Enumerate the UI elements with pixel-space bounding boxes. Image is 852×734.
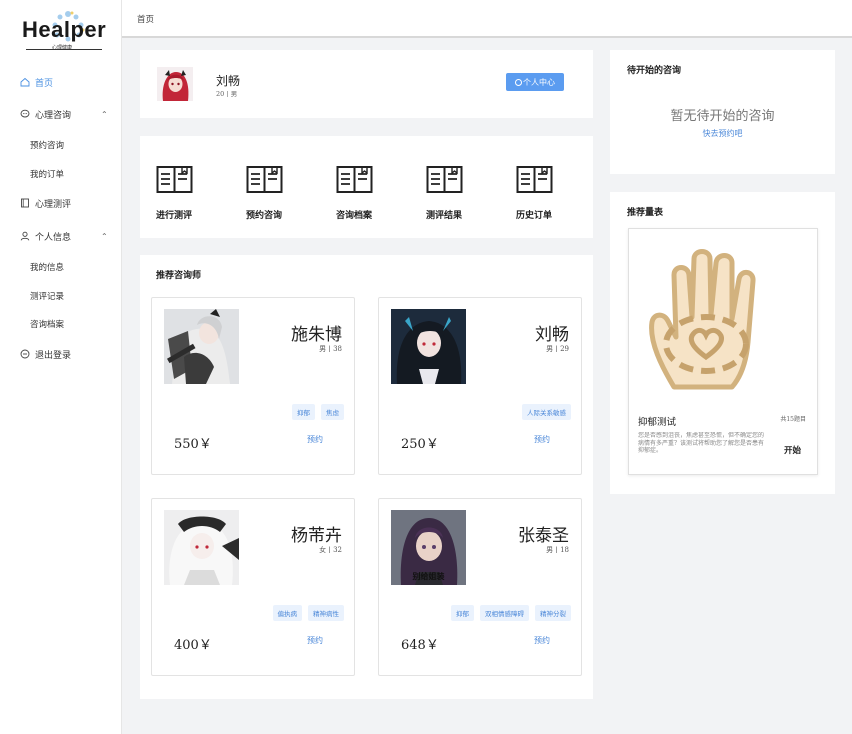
counselor-tags: 偏执病 精神病性 — [272, 605, 344, 621]
counselor-price: 250￥ — [401, 437, 439, 452]
counselor-card[interactable]: 施朱博 男丨38 抑郁 焦虑 550￥ 预约 — [151, 297, 355, 475]
book-icon — [516, 166, 553, 193]
counselor-card[interactable]: 杨芾卉 女丨32 偏执病 精神病性 400￥ 预约 — [151, 498, 355, 676]
book-icon — [246, 166, 283, 193]
sidebar-item-logout[interactable]: 退出登录 — [0, 343, 122, 365]
sidebar-label-home: 首页 — [35, 78, 54, 89]
sidebar-subitem-book[interactable]: 预约咨询 — [30, 139, 64, 151]
book-button[interactable]: 预约 — [534, 635, 550, 646]
counselor-tags: 抑郁 双相情感障碍 精神分裂 — [451, 605, 571, 621]
quick-action-label: 预约咨询 — [246, 211, 283, 221]
counselor-tags: 人际关系敏感 — [522, 404, 571, 420]
counselor-price: 648￥ — [401, 638, 439, 653]
avatar-caption: 别给姐装 — [412, 571, 445, 581]
scale-name: 抑郁测试 — [638, 417, 677, 428]
pending-consult-card: 待开始的咨询 暂无待开始的咨询 快去预约吧 — [610, 50, 835, 174]
top-header: 首页 — [122, 0, 852, 38]
personal-center-label: 个人中心 — [523, 77, 555, 87]
counselor-name: 杨芾卉 — [291, 526, 342, 546]
counselor-meta: 女丨32 — [319, 546, 342, 554]
book-button[interactable]: 预约 — [307, 434, 323, 445]
quick-actions-card: 进行测评 预约咨询 咨询档案 测评结果 历史订单 — [140, 136, 593, 238]
sidebar-label-logout: 退出登录 — [35, 350, 72, 361]
sidebar-subitem-records[interactable]: 测评记录 — [30, 290, 64, 302]
avatar[interactable] — [157, 67, 193, 101]
tag: 偏执病 — [272, 605, 302, 621]
recommend-title: 推荐量表 — [627, 208, 664, 218]
brand-name: Healper — [22, 17, 107, 42]
notebook-icon — [20, 198, 30, 208]
counselor-price: 400￥ — [174, 638, 212, 653]
chevron-up-icon: ⌃ — [101, 109, 108, 119]
book-button[interactable]: 预约 — [307, 635, 323, 646]
counselor-meta: 男丨38 — [319, 345, 342, 353]
sidebar: Healper 心理健康 首页 心理咨询 ⌃ 预约咨询 我的订单 心理测评 个人… — [0, 0, 122, 734]
counselor-meta: 男丨29 — [546, 345, 569, 353]
personal-center-button[interactable]: 个人中心 — [506, 73, 564, 91]
quick-action-label: 历史订单 — [516, 211, 553, 221]
counselor-meta: 男丨18 — [546, 546, 569, 554]
counselors-title: 推荐咨询师 — [156, 271, 202, 281]
book-icon — [426, 166, 463, 193]
sidebar-item-consult[interactable]: 心理咨询 ⌃ — [0, 103, 122, 125]
sidebar-label-personal: 个人信息 — [35, 232, 72, 243]
hand-heart-icon — [649, 249, 756, 390]
sidebar-subitem-orders[interactable]: 我的订单 — [30, 168, 64, 180]
counselor-card[interactable]: 刘畅 男丨29 人际关系敏感 250￥ 预约 — [378, 297, 582, 475]
sidebar-subitem-myinfo[interactable]: 我的信息 — [30, 261, 64, 273]
sidebar-item-personal[interactable]: 个人信息 ⌃ — [0, 225, 122, 247]
sidebar-item-home[interactable]: 首页 — [0, 71, 122, 93]
counselor-avatar — [164, 309, 239, 384]
minus-circle-icon — [20, 349, 30, 359]
scale-card[interactable]: 抑郁测试 共15题目 您是否感到沮丧，焦虑甚至恐慌，但不确定您的病情有多严重？该… — [628, 228, 818, 475]
counselors-section: 推荐咨询师 施朱博 男丨38 抑郁 焦虑 550￥ 预约 刘畅 男丨29 人际关… — [140, 255, 593, 699]
quick-action-label: 咨询档案 — [336, 211, 373, 221]
counselor-price: 550￥ — [174, 437, 212, 452]
book-button[interactable]: 预约 — [534, 434, 550, 445]
brand-subtitle: 心理健康 — [52, 45, 73, 51]
counselor-card[interactable]: 别给姐装 张泰圣 男丨18 抑郁 双相情感障碍 精神分裂 648￥ 预约 — [378, 498, 582, 676]
profile-card: 刘畅 20丨男 个人中心 — [140, 50, 593, 118]
tag: 精神病性 — [308, 605, 344, 621]
sidebar-label-consult: 心理咨询 — [35, 110, 72, 121]
chat-icon — [20, 109, 30, 119]
pending-empty-text: 暂无待开始的咨询 — [670, 109, 775, 124]
counselor-name: 施朱博 — [291, 325, 342, 345]
counselor-avatar — [164, 510, 239, 585]
counselor-name: 刘畅 — [535, 325, 569, 345]
profile-name: 刘畅 — [216, 74, 241, 88]
brand-logo[interactable]: Healper 心理健康 — [18, 8, 110, 60]
tag: 精神分裂 — [535, 605, 571, 621]
book-icon — [156, 166, 193, 193]
user-icon — [20, 231, 30, 241]
book-icon — [336, 166, 373, 193]
counselor-name: 张泰圣 — [518, 526, 569, 546]
pending-title: 待开始的咨询 — [627, 66, 682, 76]
home-icon — [20, 77, 30, 87]
tag: 人际关系敏感 — [522, 404, 571, 420]
counselor-avatar — [391, 309, 466, 384]
tag: 抑郁 — [451, 605, 474, 621]
scale-description: 您是否感到沮丧，焦虑甚至恐慌，但不确定您的病情有多严重？该测试将帮助您了解您是否… — [638, 432, 765, 454]
sidebar-subitem-archive[interactable]: 咨询档案 — [30, 318, 64, 330]
book-now-link[interactable]: 快去预约吧 — [610, 128, 835, 139]
breadcrumb[interactable]: 首页 — [137, 13, 154, 25]
quick-action-label: 进行测评 — [156, 211, 193, 221]
sidebar-item-test[interactable]: 心理测评 — [0, 192, 122, 214]
scale-count: 共15题目 — [780, 416, 806, 423]
search-icon — [515, 78, 522, 86]
sidebar-label-test: 心理测评 — [35, 199, 72, 210]
tag: 抑郁 — [292, 404, 315, 420]
profile-meta: 20丨男 — [216, 90, 238, 98]
tag: 双相情感障碍 — [480, 605, 529, 621]
chevron-up-icon: ⌃ — [101, 231, 108, 241]
start-button[interactable]: 开始 — [784, 444, 801, 456]
counselor-tags: 抑郁 焦虑 — [292, 404, 344, 420]
counselor-avatar: 别给姐装 — [391, 510, 466, 585]
quick-action-label: 测评结果 — [426, 211, 463, 221]
tag: 焦虑 — [321, 404, 344, 420]
